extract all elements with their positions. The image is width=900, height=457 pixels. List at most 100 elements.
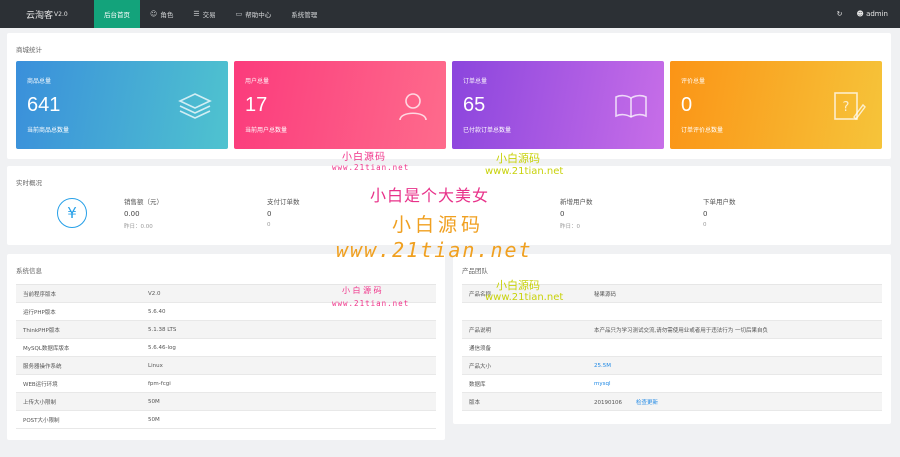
card-value: 641 bbox=[27, 94, 61, 116]
top-right-tools: ↻ ☻ admin bbox=[837, 10, 900, 18]
stat-card-products[interactable]: 商品总量 641 当前商品总数量 bbox=[16, 61, 228, 149]
check-update-button[interactable]: 检查更新 bbox=[636, 400, 658, 406]
stat-card-reviews[interactable]: 评价总量 0 订单评价总数量 ? bbox=[670, 61, 882, 149]
table-row: WEB运行环境 fpm-fcgi bbox=[16, 375, 436, 393]
card-sub: 当前商品总数量 bbox=[27, 127, 70, 134]
table-row: 数据库 mysql bbox=[462, 375, 882, 393]
table-row: 当前程序版本 V2.0 bbox=[16, 285, 436, 303]
realtime-order-users: 下单用户数 0 0 bbox=[703, 196, 736, 228]
username: admin bbox=[866, 10, 888, 18]
card-value: 0 bbox=[681, 94, 693, 116]
brand-name: 云淘客 bbox=[26, 10, 54, 21]
card-label: 订单总量 bbox=[463, 78, 488, 85]
card-sub: 已付款订单总数量 bbox=[463, 127, 512, 134]
nav-item-label: 帮助中心 bbox=[245, 11, 272, 19]
top-navbar: 云淘客 V2.0 后台首页 ☺ 角色 ☰ 交易 ▭ 帮助中心 系统管理 ↻ ☻ admi… bbox=[0, 0, 900, 28]
card-sub: 当前用户总数量 bbox=[245, 127, 288, 134]
table-row: 通信须备 bbox=[462, 339, 882, 357]
sysinfo-panel: 系统信息 当前程序版本 V2.0 运行PHP版本 5.6.40 ThinkPHP版本… bbox=[7, 254, 445, 440]
sysinfo-title: 系统信息 bbox=[16, 267, 42, 275]
card-label: 评价总量 bbox=[681, 78, 706, 85]
table-row bbox=[462, 303, 882, 321]
nav-item-label: 角色 bbox=[160, 11, 174, 19]
nav-item-system[interactable]: 系统管理 bbox=[281, 0, 327, 28]
row-key: 通信须备 bbox=[469, 345, 492, 352]
row-value: 50M bbox=[148, 416, 160, 423]
yen-icon: ¥ bbox=[57, 198, 87, 228]
card-value: 65 bbox=[463, 94, 486, 116]
row-value: 5.6.46-log bbox=[148, 344, 176, 351]
stat-card-users[interactable]: 用户总量 17 当前用户总数量 bbox=[234, 61, 446, 149]
rt-yesterday: 0 bbox=[267, 222, 271, 228]
table-row: 运行PHP版本 5.6.40 bbox=[16, 303, 436, 321]
row-key: 产品名称 bbox=[469, 291, 492, 298]
book-icon: ▭ bbox=[235, 10, 243, 18]
row-key: 服务器操作系统 bbox=[23, 363, 62, 370]
rt-yesterday: 昨日：0.00 bbox=[124, 224, 153, 230]
realtime-paid-orders: 支付订单数 0 0 bbox=[267, 196, 300, 228]
table-row: POST大小限制 50M bbox=[16, 411, 436, 429]
realtime-sales: 销售额（元） 0.00 昨日：0.00 bbox=[124, 196, 163, 230]
row-key: 产品说明 bbox=[469, 327, 492, 334]
table-row: 产品名称 秘果源码 bbox=[462, 285, 882, 303]
brand-version: V2.0 bbox=[54, 10, 68, 18]
stat-card-orders[interactable]: 订单总量 65 已付款订单总数量 bbox=[452, 61, 664, 149]
nav-item-trade[interactable]: ☰ 交易 bbox=[183, 0, 225, 28]
brand-logo[interactable]: 云淘客 V2.0 bbox=[0, 0, 94, 28]
user-icon: ☺ bbox=[150, 10, 158, 18]
table-row: ThinkPHP版本 5.1.38 LTS bbox=[16, 321, 436, 339]
row-value: 本产品只为学习测试交流,请勿需使用业或者用于违法行为 一切后果自负 bbox=[594, 327, 768, 334]
row-key: ThinkPHP版本 bbox=[23, 327, 60, 334]
row-value: 5.6.40 bbox=[148, 308, 166, 315]
user-icon bbox=[399, 93, 427, 121]
rt-value: 0 bbox=[560, 210, 565, 218]
row-key: POST大小限制 bbox=[23, 417, 60, 424]
nav-item-help[interactable]: ▭ 帮助中心 bbox=[226, 0, 282, 28]
rt-value: 0 bbox=[267, 210, 272, 218]
refresh-icon[interactable]: ↻ bbox=[837, 10, 843, 18]
card-value: 17 bbox=[245, 94, 268, 116]
row-value: fpm-fcgi bbox=[148, 380, 171, 387]
row-key: 当前程序版本 bbox=[23, 291, 57, 298]
rt-value: 0.00 bbox=[124, 210, 140, 218]
row-key: 产品大小 bbox=[469, 363, 492, 370]
card-label: 商品总量 bbox=[27, 78, 52, 85]
card-sub: 订单评价总数量 bbox=[681, 127, 724, 134]
stats-title: 商城统计 bbox=[16, 46, 42, 54]
rt-yesterday: 0 bbox=[703, 222, 707, 228]
table-row: MySQL数据库版本 5.6.46-log bbox=[16, 339, 436, 357]
help-edit-icon: ? bbox=[834, 92, 866, 121]
rt-label: 新增用户数 bbox=[560, 198, 593, 206]
row-value: Linux bbox=[148, 362, 163, 369]
layers-icon bbox=[178, 93, 212, 119]
table-row: 产品大小 25.5M bbox=[462, 357, 882, 375]
rt-yesterday: 昨日：0 bbox=[560, 224, 580, 230]
row-key: 数据库 bbox=[469, 381, 486, 388]
layers-icon: ☰ bbox=[193, 10, 200, 18]
user-menu[interactable]: ☻ admin bbox=[857, 10, 888, 18]
team-panel: 产品团队 产品名称 秘果源码 产品说明 本产品只为学习测试交流,请勿需使用业或者用于… bbox=[453, 254, 891, 424]
table-row: 版本 20190106 检查更新 bbox=[462, 393, 882, 411]
card-label: 用户总量 bbox=[245, 78, 270, 85]
nav-item-roles[interactable]: ☺ 角色 bbox=[140, 0, 183, 28]
svg-text:?: ? bbox=[843, 100, 850, 115]
row-key: WEB运行环境 bbox=[23, 381, 58, 388]
db-link[interactable]: mysql bbox=[594, 381, 882, 387]
size-link[interactable]: 25.5M bbox=[594, 363, 882, 369]
realtime-new-users: 新增用户数 0 昨日：0 bbox=[560, 196, 593, 230]
book-icon bbox=[615, 94, 647, 118]
rt-value: 0 bbox=[703, 210, 708, 218]
team-table: 产品名称 秘果源码 产品说明 本产品只为学习测试交流,请勿需使用业或者用于违法行为 … bbox=[462, 284, 882, 411]
sysinfo-table: 当前程序版本 V2.0 运行PHP版本 5.6.40 ThinkPHP版本 5.1.3… bbox=[16, 284, 436, 429]
rt-label: 销售额（元） bbox=[124, 198, 163, 206]
team-title: 产品团队 bbox=[462, 267, 488, 275]
table-row: 上传大小限制 50M bbox=[16, 393, 436, 411]
nav-item-label: 交易 bbox=[202, 11, 216, 19]
main-nav: 后台首页 ☺ 角色 ☰ 交易 ▭ 帮助中心 系统管理 bbox=[94, 0, 327, 28]
row-value: V2.0 bbox=[148, 290, 161, 297]
realtime-title: 实时概况 bbox=[16, 179, 42, 187]
row-value: 5.1.38 LTS bbox=[148, 326, 177, 333]
row-key: 运行PHP版本 bbox=[23, 309, 56, 316]
nav-item-home[interactable]: 后台首页 bbox=[94, 0, 140, 28]
stats-panel: 商城统计 商品总量 641 当前商品总数量 用户总量 17 当前用户总数量 订单… bbox=[7, 33, 891, 159]
